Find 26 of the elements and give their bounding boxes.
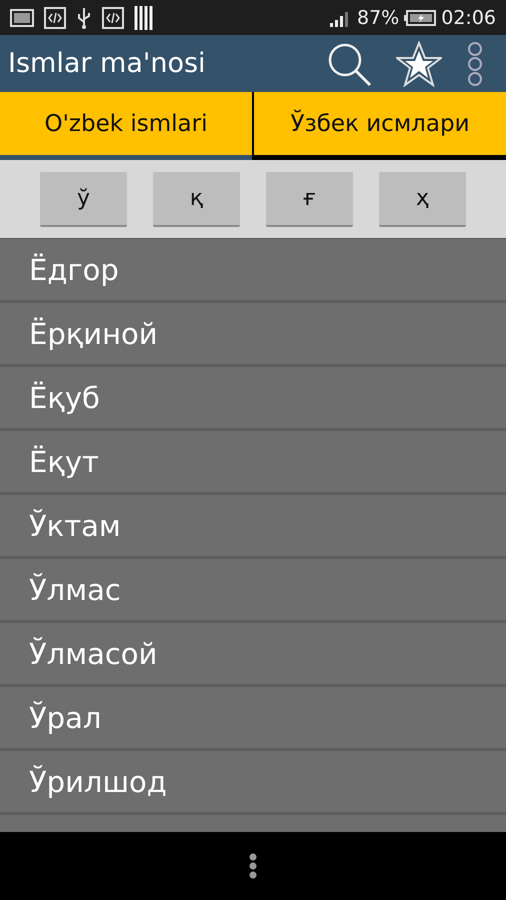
battery-icon — [404, 8, 436, 26]
overflow-menu-icon[interactable] — [466, 40, 484, 86]
name-item[interactable]: Ўлмас — [0, 559, 506, 623]
tab[interactable]: O'zbek ismlari — [0, 92, 252, 160]
name-item[interactable]: Ўрилшод — [0, 751, 506, 815]
letter-button[interactable]: қ — [153, 172, 240, 226]
battery-percent: 87% — [357, 6, 400, 28]
name-item[interactable]: Ўрал — [0, 687, 506, 751]
code-icon — [102, 6, 124, 28]
letter-button[interactable]: ҳ — [379, 172, 466, 226]
name-item[interactable]: Ўлмасой — [0, 623, 506, 687]
menu-icon[interactable] — [249, 853, 257, 879]
clock-time: 02:06 — [441, 6, 496, 28]
name-item[interactable]: Ёқут — [0, 431, 506, 495]
name-item[interactable]: Ёдгор — [0, 239, 506, 303]
name-item[interactable]: Ёқуб — [0, 367, 506, 431]
star-icon[interactable] — [396, 40, 442, 86]
name-item[interactable]: Ўктам — [0, 495, 506, 559]
usb-icon — [76, 6, 92, 30]
image-icon — [10, 8, 34, 26]
letter-button[interactable]: ғ — [266, 172, 353, 226]
barcode-icon — [134, 6, 154, 30]
code-icon — [44, 6, 66, 28]
app-title: Ismlar ma'nosi — [8, 48, 206, 79]
letter-button[interactable]: ў — [40, 172, 127, 226]
name-item[interactable]: Ёрқиной — [0, 303, 506, 367]
